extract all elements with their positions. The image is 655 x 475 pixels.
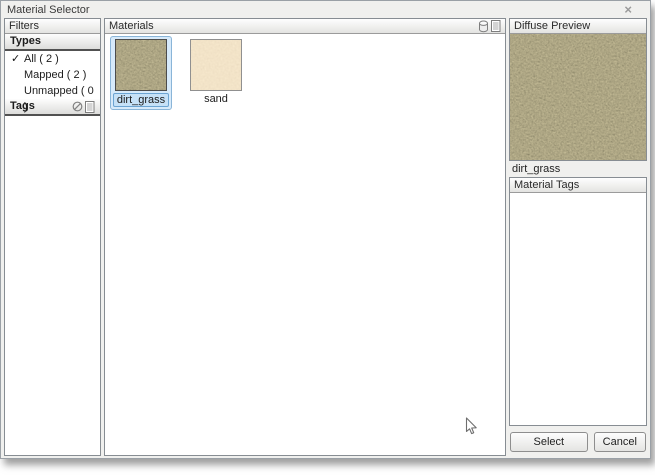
dirt-grass-thumbnail [115, 39, 167, 91]
material-tile-label: sand [204, 93, 228, 105]
sand-thumbnail [190, 39, 242, 91]
materials-panel: Materials dirt_grass sand [104, 18, 506, 456]
document-list-icon[interactable] [85, 100, 95, 113]
filters-panel-title: Filters [9, 20, 39, 32]
material-selector-window: Material Selector × Filters Types ✓ All … [0, 0, 651, 459]
dialog-buttons: Select Cancel [509, 426, 647, 456]
preview-material-name: dirt_grass [512, 163, 561, 175]
checkmark-icon: ✓ [11, 53, 21, 65]
window-content: Filters Types ✓ All ( 2 ) Mapped ( 2 ) U… [4, 18, 647, 456]
material-tile-dirt-grass[interactable]: dirt_grass [110, 36, 172, 110]
tags-section-header: Tags [5, 99, 100, 116]
select-button[interactable]: Select [510, 431, 588, 452]
cancel-button[interactable]: Cancel [593, 431, 646, 452]
ban-icon[interactable] [72, 101, 83, 112]
material-tile-sand[interactable]: sand [185, 36, 247, 109]
types-section-title: Types [10, 35, 41, 47]
filter-item-mapped[interactable]: Mapped ( 2 ) [5, 67, 100, 83]
title-bar: Material Selector × [1, 1, 650, 18]
material-tags-title: Material Tags [514, 179, 580, 191]
materials-grid: dirt_grass sand [105, 34, 505, 455]
diffuse-preview-title: Diffuse Preview [514, 20, 591, 32]
filter-item-unmapped[interactable]: Unmapped ( 0 ) [5, 83, 100, 113]
diffuse-preview-header: Diffuse Preview [510, 19, 646, 34]
types-section-header: Types [5, 34, 100, 51]
diffuse-preview-image [510, 34, 646, 160]
filter-item-label: Mapped ( 2 ) [24, 69, 87, 81]
materials-panel-title: Materials [109, 20, 154, 32]
filter-item-label: All ( 2 ) [24, 53, 59, 65]
material-tags-list [510, 193, 646, 425]
close-icon[interactable]: × [624, 3, 632, 16]
material-tile-label: dirt_grass [113, 93, 169, 107]
preview-column: Diffuse Preview dirt_grass Material Tags… [509, 18, 647, 456]
materials-panel-header: Materials [105, 19, 505, 34]
filter-item-all[interactable]: ✓ All ( 2 ) [5, 51, 100, 67]
material-tags-header: Material Tags [510, 178, 646, 193]
database-icon[interactable] [478, 20, 489, 33]
filters-panel: Filters Types ✓ All ( 2 ) Mapped ( 2 ) U… [4, 18, 101, 456]
material-tags-box: Material Tags [509, 177, 647, 426]
document-list-icon[interactable] [491, 20, 501, 32]
tags-filter-list [5, 116, 100, 455]
filters-panel-header: Filters [5, 19, 100, 34]
tags-section-title: Tags [10, 100, 35, 112]
window-title: Material Selector [7, 4, 90, 16]
diffuse-preview-box: Diffuse Preview [509, 18, 647, 161]
